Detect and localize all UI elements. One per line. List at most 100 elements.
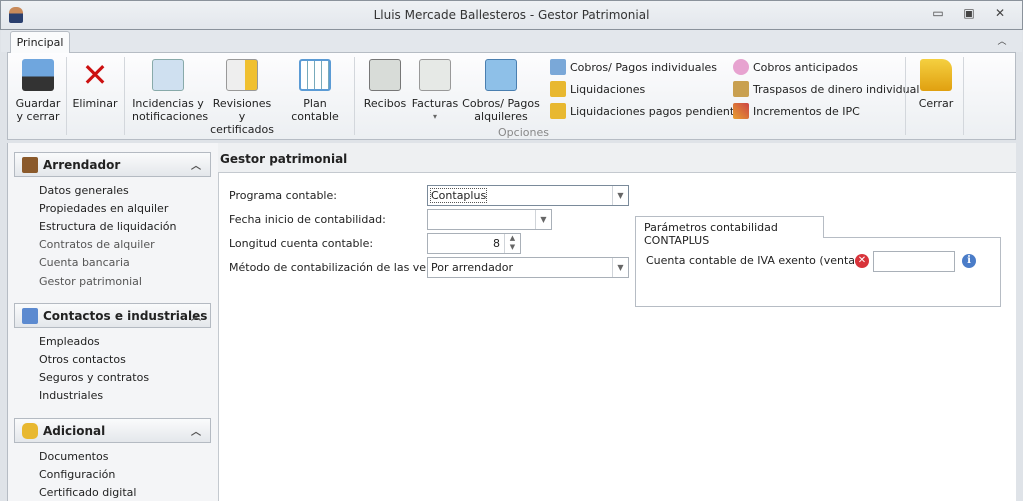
parametros-panel: Cuenta contable de IVA exento (ventas) ✕…: [635, 237, 1001, 307]
close-button[interactable]: ✕: [990, 6, 1010, 22]
sidebar-item-configuracion[interactable]: Configuración: [39, 468, 115, 481]
door-icon: [22, 157, 38, 173]
incidencias-button[interactable]: Incidencias y notificaciones: [132, 53, 209, 139]
ribbon: Guardar y cerrar ✕ Eliminar Incidencias yn…: [7, 52, 1016, 140]
chevron-up-icon[interactable]: ︿: [191, 157, 201, 172]
value: 8: [493, 237, 500, 250]
revisiones-button[interactable]: Revisiones y certificados: [208, 53, 276, 139]
main-panel: Gestor patrimonial Programa contable: Co…: [218, 143, 1016, 501]
label: y cerrar: [16, 110, 60, 123]
money-transfer-icon: [733, 81, 749, 97]
recibos-button[interactable]: Recibos: [360, 53, 410, 139]
ribbon-tab-row: [1, 30, 1022, 52]
invoice-icon: [419, 59, 451, 91]
section-title: Adicional: [43, 423, 106, 438]
value: Contaplus: [429, 188, 488, 203]
clipboard-check-icon: [152, 59, 184, 91]
minimize-button[interactable]: ▭: [928, 6, 948, 22]
sidebar-item-cuenta-bancaria[interactable]: Cuenta bancaria: [39, 256, 130, 269]
fecha-label: Fecha inicio de contabilidad:: [229, 213, 386, 226]
section-title: Contactos e industriales: [43, 308, 208, 323]
chevron-down-icon[interactable]: ▼: [612, 258, 628, 277]
sidebar-item-seguros[interactable]: Seguros y contratos: [39, 371, 149, 384]
label: Revisiones y: [212, 97, 272, 123]
calculator-icon: [485, 59, 517, 91]
separator: [905, 57, 906, 135]
sidebar-item-empleados[interactable]: Empleados: [39, 335, 100, 348]
programa-select[interactable]: Contaplus ▼: [427, 185, 629, 206]
sidebar-item-contratos[interactable]: Contratos de alquiler: [39, 238, 155, 251]
sidebar: Arrendador ︿ Datos generales Propiedades …: [7, 143, 219, 501]
section-title: Arrendador: [43, 157, 121, 172]
sidebar-item-documentos[interactable]: Documentos: [39, 450, 108, 463]
window-title: Lluis Mercade Ballesteros - Gestor Patri…: [373, 8, 650, 22]
label: Facturas: [411, 97, 459, 110]
tab-principal[interactable]: Principal: [10, 31, 70, 53]
longitud-stepper[interactable]: 8 ▲ ▼: [427, 233, 521, 254]
chevron-down-icon[interactable]: ▼: [612, 186, 628, 205]
sidebar-item-industriales[interactable]: Industriales: [39, 389, 103, 402]
eliminar-button[interactable]: ✕ Eliminar: [70, 53, 120, 139]
receipt-icon: [369, 59, 401, 91]
sidebar-item-otros-contactos[interactable]: Otros contactos: [39, 353, 126, 366]
folder-arrow-icon: [920, 59, 952, 91]
label: certificados: [210, 123, 274, 136]
longitud-label: Longitud cuenta contable:: [229, 237, 374, 250]
chevron-down-icon[interactable]: ▼: [535, 210, 551, 229]
calculator-person-icon: [550, 59, 566, 75]
collapse-ribbon-button[interactable]: ︿: [992, 34, 1012, 50]
info-icon[interactable]: i: [962, 254, 976, 268]
label: Eliminar: [72, 97, 118, 110]
label: Incrementos de IPC: [753, 104, 860, 118]
save-icon: [22, 59, 54, 91]
cobros-anticipados-button[interactable]: Cobros anticipados: [733, 57, 919, 77]
label: Liquidaciones: [570, 82, 646, 96]
separator: [124, 57, 125, 135]
label: Plan contable: [291, 97, 339, 123]
section-arrendador[interactable]: Arrendador ︿: [14, 152, 211, 177]
sidebar-item-certificado[interactable]: Certificado digital: [39, 486, 136, 499]
label: Cobros/ Pagos: [462, 97, 540, 110]
value: Por arrendador: [431, 261, 514, 274]
form-area: Programa contable: Contaplus ▼ Fecha inic…: [218, 172, 1016, 501]
group-label-opciones: Opciones: [498, 126, 549, 139]
page-title: Gestor patrimonial: [220, 152, 348, 166]
database-icon: [22, 423, 38, 439]
fecha-input[interactable]: ▼: [427, 209, 552, 230]
section-adicional[interactable]: Adicional ︿: [14, 418, 211, 443]
error-icon: ✕: [855, 254, 869, 268]
facturas-button[interactable]: Facturas ▾: [410, 53, 460, 139]
section-contactos[interactable]: Contactos e industriales ︿: [14, 303, 211, 328]
metodo-label: Método de contabilización de las ventas:: [229, 261, 454, 274]
label: Guardar: [15, 97, 61, 110]
sidebar-item-estructura[interactable]: Estructura de liquidación: [39, 220, 176, 233]
document-coin-icon: [550, 81, 566, 97]
liquidaciones-pendientes-button[interactable]: Liquidaciones pagos pendientes: [550, 101, 747, 121]
label: Cobros/ Pagos individuales: [570, 60, 718, 74]
sidebar-item-propiedades[interactable]: Propiedades en alquiler: [39, 202, 168, 215]
chevron-up-icon[interactable]: ︿: [191, 308, 201, 323]
plan-contable-button[interactable]: Plan contable: [280, 53, 350, 139]
spinner-arrows-icon[interactable]: ▲ ▼: [504, 234, 520, 253]
cobros-pagos-individuales-button[interactable]: Cobros/ Pagos individuales: [550, 57, 747, 77]
label: Incidencias y: [132, 97, 204, 110]
cuenta-iva-input[interactable]: [873, 251, 955, 272]
cerrar-button[interactable]: Cerrar: [910, 53, 962, 139]
guardar-cerrar-button[interactable]: Guardar y cerrar: [12, 53, 64, 139]
spreadsheet-coins-icon: [299, 59, 331, 91]
label: Cobros anticipados: [753, 60, 858, 74]
sidebar-item-datos-generales[interactable]: Datos generales: [39, 184, 129, 197]
label: Traspasos de dinero individual: [753, 82, 920, 96]
cuenta-iva-label: Cuenta contable de IVA exento (ventas): [646, 254, 866, 267]
label: Recibos: [363, 97, 407, 110]
programa-label: Programa contable:: [229, 189, 337, 202]
tab-parametros-contaplus[interactable]: Parámetros contabilidad CONTAPLUS: [635, 216, 824, 247]
sidebar-item-gestor-patrimonial[interactable]: Gestor patrimonial: [39, 275, 142, 288]
metodo-select[interactable]: Por arrendador ▼: [427, 257, 629, 278]
liquidaciones-button[interactable]: Liquidaciones: [550, 79, 747, 99]
label: notificaciones: [132, 110, 209, 123]
chevron-up-icon[interactable]: ︿: [191, 423, 201, 438]
restore-button[interactable]: ▣: [959, 6, 979, 22]
incrementos-ipc-button[interactable]: Incrementos de IPC: [733, 101, 919, 121]
traspasos-button[interactable]: Traspasos de dinero individual: [733, 79, 919, 99]
